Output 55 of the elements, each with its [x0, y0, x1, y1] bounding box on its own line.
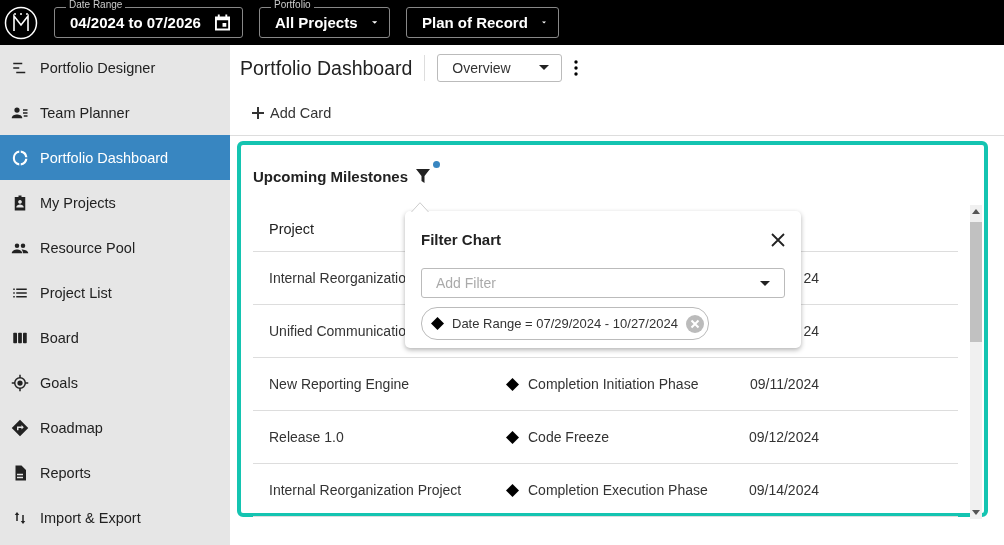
table-cell: 09/14/2024	[748, 482, 819, 498]
caret-icon	[371, 20, 377, 25]
diamond-icon	[506, 377, 519, 391]
field-label: Portfolio	[271, 0, 314, 11]
table-cell: Release 1.0	[269, 429, 344, 445]
table-cell: 24	[803, 270, 819, 286]
sidebar-item[interactable]: Reports	[0, 450, 230, 495]
sidebar-item[interactable]: Import & Export	[0, 495, 230, 540]
close-icon[interactable]	[771, 232, 785, 247]
add-card-button[interactable]: Add Card	[252, 104, 332, 121]
diamond-icon	[506, 483, 519, 497]
table-cell: 09/12/2024	[748, 429, 819, 445]
caret-icon	[539, 65, 550, 70]
table-cell: 24	[803, 323, 819, 339]
popup-title: Filter Chart	[421, 231, 501, 248]
plus-icon	[252, 106, 264, 119]
filter-icon[interactable]	[416, 169, 431, 183]
table-cell: Completion Initiation Phase	[528, 376, 699, 392]
table-cell: Unified Communicatio	[269, 323, 406, 339]
sidebar-item[interactable]: Portfolio Dashboard	[0, 135, 230, 180]
scroll-up-icon[interactable]	[972, 209, 980, 214]
sidebar-item[interactable]: Board	[0, 315, 230, 360]
sidebar-item[interactable]: Goals	[0, 360, 230, 405]
scroll-down-icon[interactable]	[972, 510, 980, 515]
table-cell: New Reporting Engine	[269, 376, 410, 392]
sidebar-item[interactable]: Roadmap	[0, 405, 230, 450]
target-icon	[11, 373, 29, 392]
filter-chip[interactable]: Date Range = 07/29/2024 - 10/27/2024	[421, 307, 709, 340]
sidebar-item[interactable]: Project List	[0, 270, 230, 315]
table-cell: Completion Execution Phase	[528, 482, 708, 498]
diamond-arrow-icon	[11, 418, 29, 437]
caret-icon	[760, 280, 770, 286]
sidebar-item[interactable]: Portfolio Designer	[0, 45, 230, 90]
calendar-icon	[214, 14, 230, 31]
sidebar-item[interactable]: My Projects	[0, 180, 230, 225]
diamond-icon	[506, 430, 519, 444]
table-cell: Code Freeze	[528, 429, 609, 445]
page-title: Portfolio Dashboard	[240, 54, 426, 81]
ring-icon	[11, 148, 29, 167]
table-cell: Internal Reorganizatio	[269, 270, 406, 286]
diamond-icon	[431, 317, 444, 330]
more-icon[interactable]	[574, 59, 579, 76]
view-dropdown[interactable]: Overview	[437, 53, 563, 82]
field-label: Date Range	[66, 0, 126, 11]
card-title: Upcoming Milestones	[253, 167, 409, 185]
caret-icon	[541, 20, 546, 25]
table-cell: Internal Reorganization Project	[269, 482, 462, 498]
column-header: Project	[269, 221, 315, 237]
sidebar-item[interactable]: Resource Pool	[0, 225, 230, 270]
logo-icon[interactable]	[4, 5, 38, 40]
sidebar-item[interactable]: Team Planner	[0, 90, 230, 135]
scrollbar[interactable]	[970, 205, 982, 519]
plan-dropdown[interactable]: Plan of Record	[406, 7, 559, 38]
table-cell: 09/11/2024	[749, 376, 819, 392]
portfolio-dropdown[interactable]: All Projects	[259, 7, 390, 38]
